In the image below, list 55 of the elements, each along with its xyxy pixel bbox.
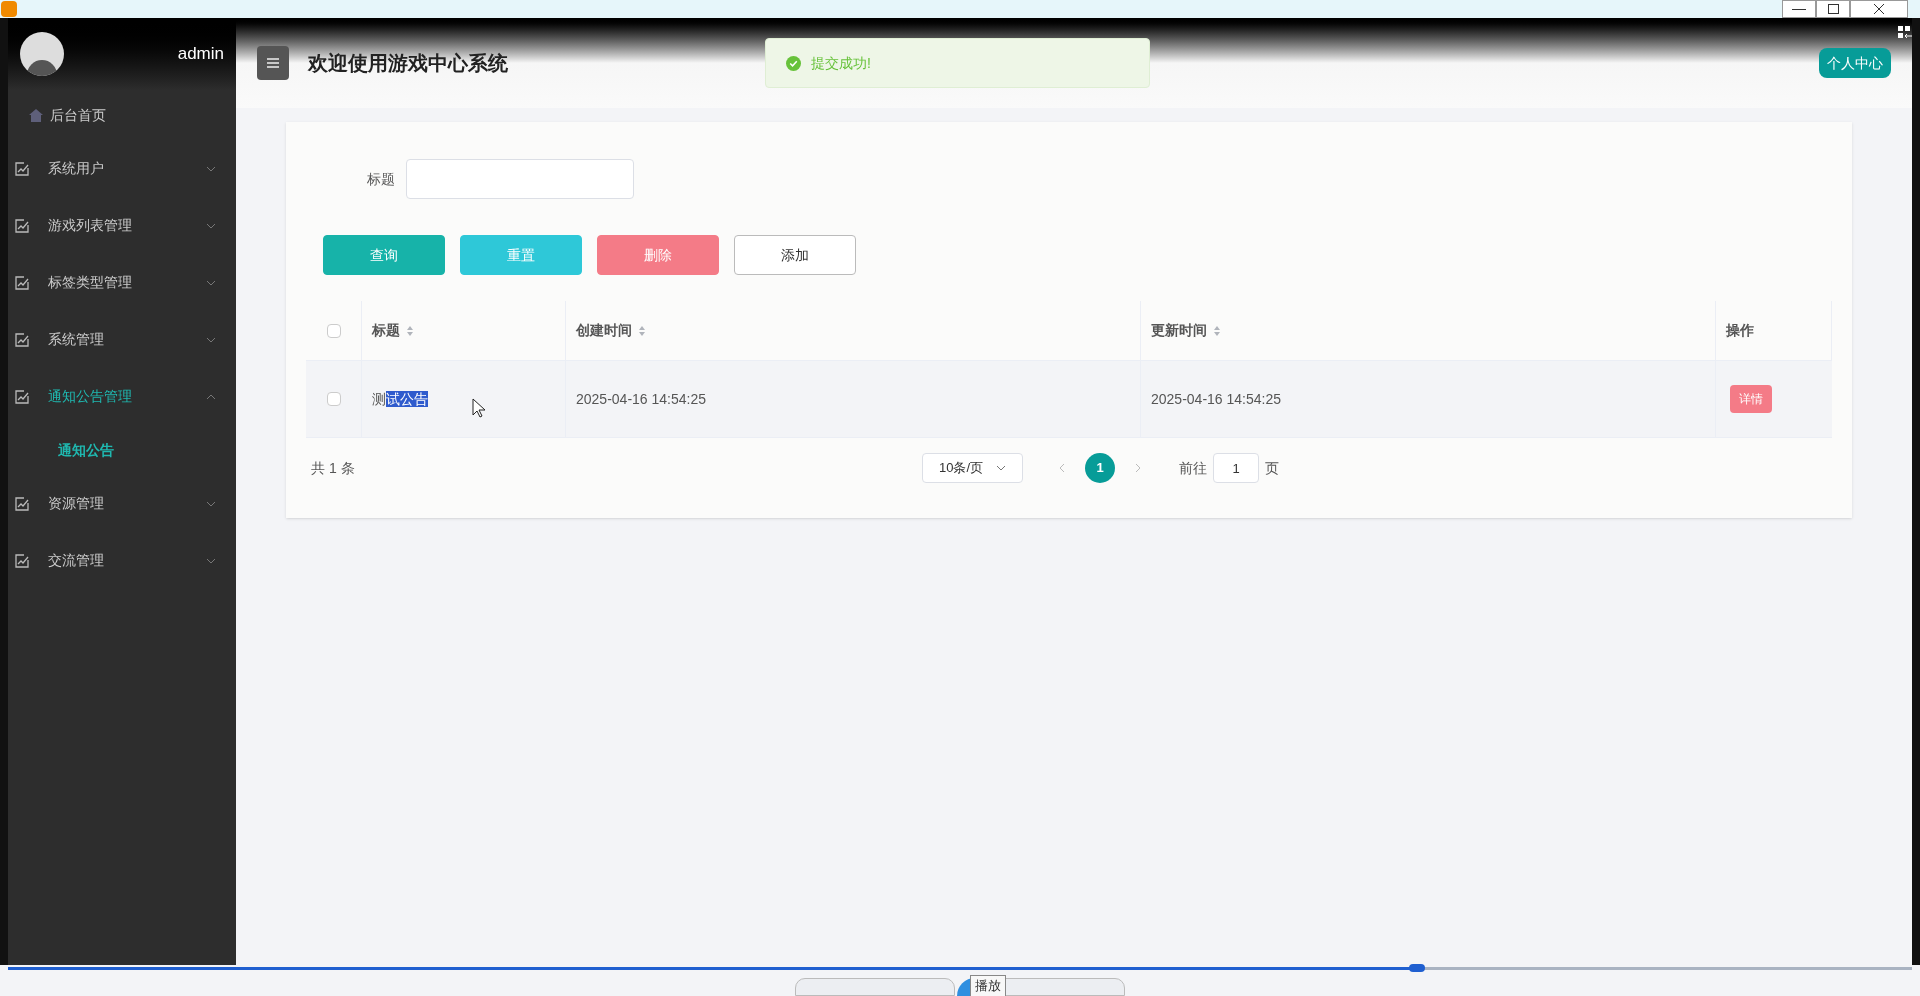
sidebar-menu-item[interactable]: 资源管理 (8, 475, 236, 532)
sort-icon[interactable] (1213, 324, 1221, 337)
play-tooltip: 播放 (970, 975, 1006, 996)
sort-icon[interactable] (638, 324, 646, 337)
search-field[interactable] (406, 159, 634, 199)
goto-suffix: 页 (1265, 458, 1279, 478)
next-page-icon[interactable] (1135, 463, 1141, 473)
sidebar-subitem[interactable]: 通知公告 (8, 425, 236, 475)
sidebar-item[interactable]: 后台首页 (8, 90, 236, 140)
edit-chart-icon (14, 217, 30, 234)
seek-track[interactable] (8, 967, 1912, 970)
page-size-select[interactable]: 10条/页 (922, 453, 1023, 483)
title-cell-text: 测试公告 (372, 389, 428, 409)
sidebar-menu-item[interactable]: 交流管理 (8, 532, 236, 589)
chevron-down-icon (996, 465, 1006, 471)
sidebar-menu-item[interactable]: 系统管理 (8, 311, 236, 368)
sidebar-menu-item[interactable]: 游戏列表管理 (8, 197, 236, 254)
add-button[interactable]: 添加 (734, 235, 856, 275)
menu-toggle-button[interactable] (257, 46, 289, 80)
edit-chart-icon (14, 495, 30, 512)
sort-icon[interactable] (406, 324, 414, 337)
sidebar-menu-item[interactable]: 标签类型管理 (8, 254, 236, 311)
prev-page-icon[interactable] (1059, 463, 1065, 473)
success-toast: 提交成功! (765, 38, 1150, 88)
goto-label: 前往 (1179, 458, 1207, 478)
edit-chart-icon (14, 331, 30, 348)
column-header[interactable]: 创建时间 (566, 301, 1141, 360)
page-title: 欢迎使用游戏中心系统 (308, 51, 508, 76)
username: admin (177, 43, 224, 66)
table-cell-text: 2025-04-16 14:54:25 (1151, 389, 1281, 409)
column-header[interactable]: 标题 (362, 301, 566, 360)
minimize-icon[interactable] (1782, 0, 1816, 18)
goto-page-field[interactable]: 1 (1213, 453, 1259, 483)
mouse-cursor-icon (472, 398, 486, 418)
edit-chart-icon (14, 160, 30, 177)
menu-icon (267, 58, 279, 68)
check-circle-icon (786, 55, 801, 71)
home-icon (28, 107, 44, 123)
fullscreen-icon[interactable] (1898, 26, 1912, 40)
seek-thumb[interactable] (1408, 964, 1425, 972)
search-label: 标题 (367, 169, 395, 189)
app-icon (1, 1, 17, 17)
edit-chart-icon (14, 274, 30, 291)
sidebar-menu-item[interactable]: 通知公告管理 (8, 368, 236, 425)
total-count: 共 1 条 (310, 458, 356, 478)
table-cell-text: 2025-04-16 14:54:25 (576, 389, 706, 409)
maximize-icon[interactable] (1816, 0, 1850, 18)
column-header[interactable]: 更新时间 (1141, 301, 1716, 360)
row-checkbox[interactable] (326, 392, 341, 406)
select-all-checkbox[interactable] (326, 323, 341, 338)
edit-chart-icon (14, 388, 30, 405)
sidebar-menu-item[interactable]: 系统用户 (8, 140, 236, 197)
avatar[interactable] (20, 32, 64, 76)
edit-chart-icon (14, 552, 30, 569)
column-header[interactable]: 操作 (1716, 301, 1832, 360)
